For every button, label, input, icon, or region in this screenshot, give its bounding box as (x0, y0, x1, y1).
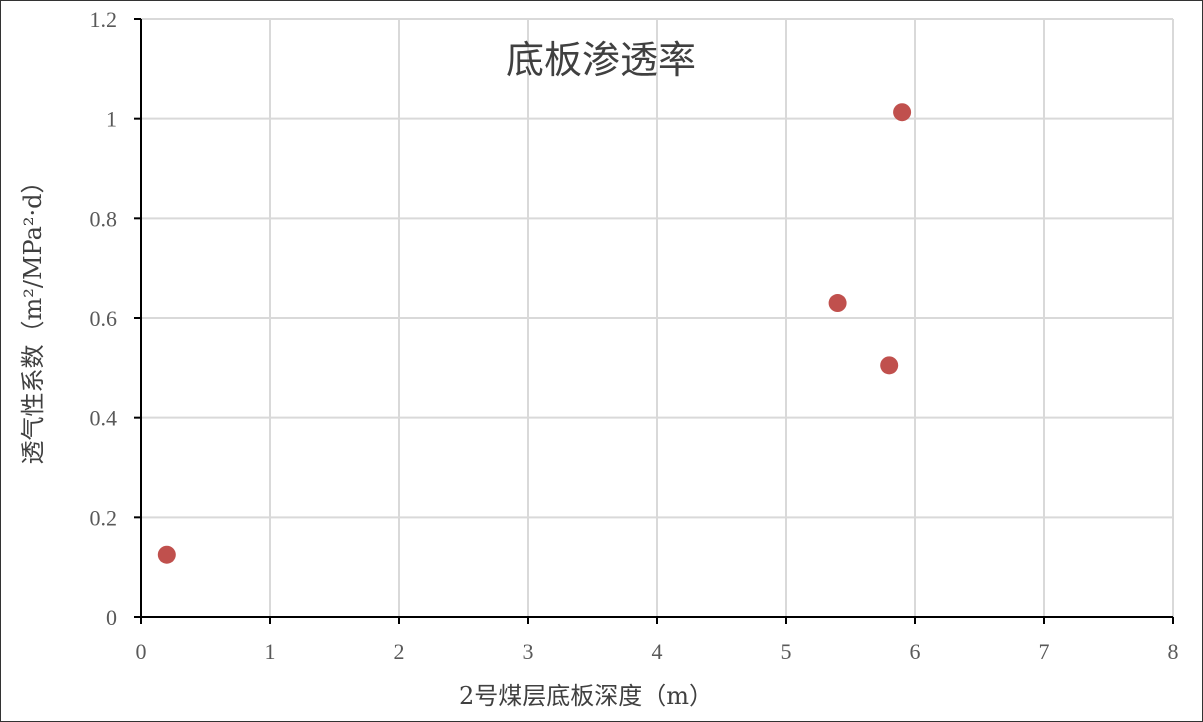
data-point (880, 356, 899, 375)
x-tick-label: 0 (136, 639, 147, 664)
y-tick-label: 1.2 (90, 7, 118, 32)
chart-frame: 0 1 2 3 4 5 6 7 8 0 0.2 0.4 0.6 0.8 1 1.2 底板渗透率 2号煤层底板深… (0, 0, 1203, 722)
data-point (828, 294, 847, 313)
y-tick-label: 0 (106, 605, 117, 630)
scatter-chart: 0 1 2 3 4 5 6 7 8 0 0.2 0.4 0.6 0.8 1 1.2 底板渗透率 2号煤层底板深… (19, 7, 1179, 710)
y-tick-label: 0.6 (90, 306, 118, 331)
x-axis-title: 2号煤层底板深度（m） (459, 682, 713, 710)
tick-labels: 0 1 2 3 4 5 6 7 8 0 0.2 0.4 0.6 0.8 1 1.2 (90, 7, 1179, 664)
x-tick-label: 4 (652, 639, 663, 664)
grid-lines (141, 18, 1174, 617)
y-tick-label: 0.4 (90, 406, 118, 431)
axes (134, 18, 1174, 624)
x-tick-label: 8 (1168, 639, 1179, 664)
data-point (893, 103, 912, 122)
x-tick-label: 5 (781, 639, 792, 664)
y-tick-label: 0.8 (90, 206, 118, 231)
chart-title: 底板渗透率 (506, 38, 696, 82)
y-axis-title: 透气性系数（m²/MPa²·d） (19, 169, 47, 464)
data-point (157, 545, 176, 564)
x-tick-label: 1 (265, 639, 276, 664)
x-tick-label: 2 (394, 639, 405, 664)
y-tick-label: 1 (106, 107, 117, 132)
x-tick-label: 6 (910, 639, 921, 664)
x-tick-label: 3 (523, 639, 534, 664)
y-tick-label: 0.2 (90, 505, 118, 530)
x-tick-label: 7 (1039, 639, 1050, 664)
